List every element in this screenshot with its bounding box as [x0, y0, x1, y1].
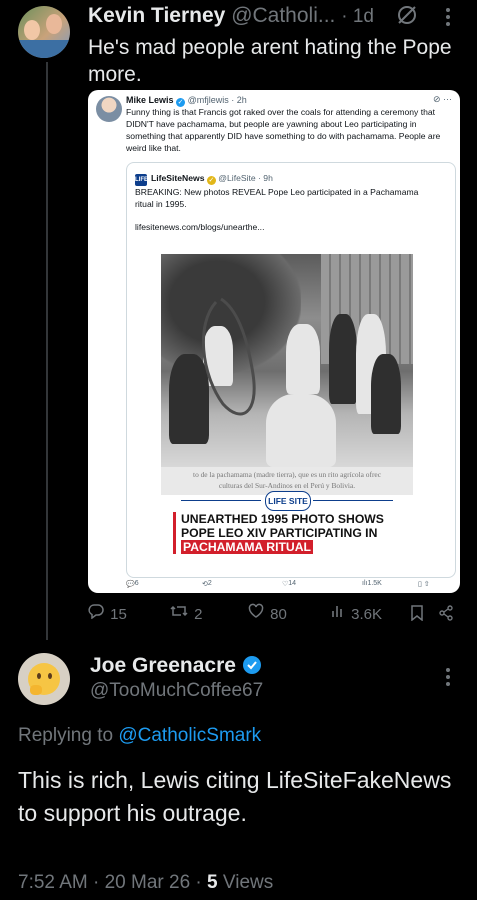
- avatar-joe-greenacre[interactable]: [18, 653, 70, 705]
- like-icon: [248, 603, 264, 618]
- replying-to-link[interactable]: @CatholicSmark: [118, 725, 261, 746]
- lifesite-header: LifeSiteNews ✓ @LifeSite · 9h: [151, 173, 273, 185]
- tweet1-text: He's mad people arent hating the Pope mo…: [88, 36, 452, 86]
- like-button[interactable]: 80: [248, 603, 287, 623]
- tweet2-author-name[interactable]: Joe Greenacre: [90, 654, 236, 677]
- article-headline: UNEARTHED 1995 PHOTO SHOWS POPE LEO XIV …: [173, 512, 417, 554]
- quoted-more-icon: ⊘ ···: [432, 94, 452, 104]
- repost-icon: [170, 605, 188, 617]
- more-icon[interactable]: [440, 664, 456, 690]
- lifesite-text: BREAKING: New photos REVEAL Pope Leo par…: [135, 187, 419, 209]
- tweet1-time[interactable]: · 1d: [341, 6, 374, 27]
- tweet1-handle[interactable]: @Catholi...: [231, 4, 335, 27]
- quoted-stats: 💬 6 ⟲ 2 ♡ 14 ılı 1.5K ▯ ⇧: [126, 580, 430, 588]
- lifesite-handle: @LifeSite · 9h: [218, 173, 273, 183]
- tweet2-text: This is rich, Lewis citing LifeSiteFakeN…: [18, 767, 452, 826]
- bookmark-icon[interactable]: [410, 605, 424, 621]
- tweet1-actions: 15 2 80 3.6K: [88, 603, 468, 627]
- verified-gold-icon: ✓: [206, 176, 216, 185]
- tweet1-header: Kevin Tierney @Catholi... · 1d: [88, 4, 374, 28]
- headline-highlight: PACHAMAMA RITUAL: [181, 540, 313, 554]
- attached-screenshot[interactable]: Mike Lewis ✓ @mfjlewis · 2h ⊘ ··· Funny …: [88, 90, 460, 593]
- reply-icon: [88, 604, 104, 619]
- quoted-author: Mike Lewis: [126, 95, 174, 105]
- replying-to: Replying to @CatholicSmark: [18, 725, 262, 746]
- quoted-handle: @mfjlewis · 2h: [187, 95, 247, 105]
- grok-ghost-icon[interactable]: [396, 4, 418, 26]
- lifesite-quote-card: LIFE LifeSiteNews ✓ @LifeSite · 9h BREAK…: [126, 162, 456, 578]
- repost-button[interactable]: 2: [170, 603, 203, 623]
- lifesite-logo: LIFE: [135, 174, 148, 186]
- tweet1-author-name[interactable]: Kevin Tierney: [88, 4, 225, 27]
- avatar-kevin-tierney[interactable]: [18, 6, 70, 58]
- verified-icon: [242, 656, 261, 674]
- views-icon: [332, 606, 342, 617]
- tweet2-author[interactable]: Joe Greenacre: [90, 654, 262, 678]
- archival-photo: [161, 254, 413, 467]
- lifesite-author: LifeSiteNews: [151, 173, 205, 183]
- mike-lewis-avatar: [96, 96, 122, 122]
- red-circle-annotation: [201, 297, 256, 416]
- tweet2-time[interactable]: 7:52 AM · 20 Mar 26 ·: [18, 872, 202, 893]
- lifesite-badge: LIFE SITE: [265, 491, 311, 511]
- tweet2-handle[interactable]: @TooMuchCoffee67: [90, 680, 263, 702]
- share-icon[interactable]: [438, 605, 454, 621]
- tweet2-views-label: Views: [222, 872, 274, 893]
- thread-connector-line: [46, 62, 48, 640]
- reply-button[interactable]: 15: [88, 603, 127, 623]
- more-icon[interactable]: [440, 4, 456, 30]
- tweet2-views-count: 5: [207, 872, 218, 893]
- lifesite-link: lifesitenews.com/blogs/unearthe...: [135, 222, 265, 232]
- views-button[interactable]: 3.6K: [331, 603, 382, 623]
- quoted-text: Funny thing is that Francis got raked ov…: [126, 107, 441, 153]
- article-image: to de la pachamama (madre tierra), que e…: [161, 254, 413, 560]
- tweet2-meta: 7:52 AM · 20 Mar 26 · 5 Views: [18, 872, 273, 894]
